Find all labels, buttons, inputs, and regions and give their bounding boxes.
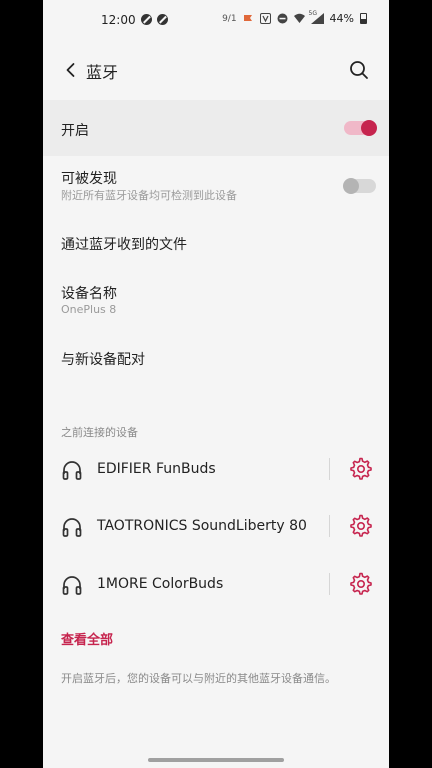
status-time: 12:00 xyxy=(101,13,136,27)
page-title: 蓝牙 xyxy=(86,63,119,82)
signal-icon: 5G xyxy=(308,10,324,24)
divider xyxy=(329,458,330,480)
flag-icon xyxy=(243,15,252,21)
device-name-row[interactable]: 设备名称 OnePlus 8 xyxy=(43,270,389,326)
device-row[interactable]: EDIFIER FunBuds xyxy=(43,442,389,498)
bluetooth-enable-label: 开启 xyxy=(61,123,89,139)
volte-icon xyxy=(259,13,271,24)
dnd-icon xyxy=(277,13,288,24)
status-right-icons: 9/1 5G 44% xyxy=(222,10,367,25)
discoverable-description: 附近所有蓝牙设备均可检测到此设备 xyxy=(61,189,237,202)
headphones-icon xyxy=(62,576,82,595)
bluetooth-footer-note: 开启蓝牙后，您的设备可以与附近的其他蓝牙设备通信。 xyxy=(61,672,336,685)
received-files-label: 通过蓝牙收到的文件 xyxy=(61,237,187,253)
app-bar: 蓝牙 xyxy=(43,46,389,94)
previous-devices-header: 之前连接的设备 xyxy=(61,426,138,439)
headphones-icon xyxy=(62,518,82,537)
notification-icon xyxy=(141,14,152,25)
home-indicator[interactable] xyxy=(148,758,284,762)
bluetooth-enable-toggle[interactable] xyxy=(344,120,377,136)
device-name: 1MORE ColorBuds xyxy=(97,576,224,592)
divider xyxy=(329,573,330,595)
screen: 12:00 9/1 5G 44% 蓝牙 开启 可被发现 附近所有蓝牙设备均可检测… xyxy=(43,0,389,768)
headphones-icon xyxy=(62,461,82,480)
view-all-link[interactable]: 查看全部 xyxy=(61,629,113,648)
gear-icon[interactable] xyxy=(349,514,373,538)
battery-icon xyxy=(360,13,367,24)
device-name-label: 设备名称 xyxy=(61,286,117,302)
discoverable-toggle[interactable] xyxy=(343,178,376,194)
device-row[interactable]: TAOTRONICS SoundLiberty 80 xyxy=(43,499,389,555)
discoverable-label: 可被发现 xyxy=(61,171,117,187)
device-row[interactable]: 1MORE ColorBuds xyxy=(43,557,389,613)
search-icon[interactable] xyxy=(347,58,371,82)
gear-icon[interactable] xyxy=(349,457,373,481)
device-name: EDIFIER FunBuds xyxy=(97,461,216,477)
status-indicator-text: 9/1 xyxy=(222,13,237,24)
bluetooth-enable-row[interactable]: 开启 xyxy=(43,100,389,156)
device-name-value: OnePlus 8 xyxy=(61,303,117,316)
device-name: TAOTRONICS SoundLiberty 80 xyxy=(97,518,307,534)
toggle-knob xyxy=(343,178,359,194)
pair-new-device-label: 与新设备配对 xyxy=(61,352,145,368)
wifi-icon xyxy=(293,13,305,23)
status-notification-icons xyxy=(141,14,168,25)
discoverable-row[interactable]: 可被发现 附近所有蓝牙设备均可检测到此设备 xyxy=(43,158,389,216)
toggle-knob xyxy=(361,120,377,136)
divider xyxy=(329,515,330,537)
back-arrow-icon[interactable] xyxy=(61,60,81,80)
network-type: 5G xyxy=(308,10,318,17)
notification-icon xyxy=(157,14,168,25)
received-files-row[interactable]: 通过蓝牙收到的文件 xyxy=(43,218,389,268)
battery-percent: 44% xyxy=(329,12,354,25)
status-bar: 12:00 9/1 5G 44% xyxy=(43,0,389,42)
gear-icon[interactable] xyxy=(349,572,373,596)
pair-new-device-row[interactable]: 与新设备配对 xyxy=(43,334,389,384)
